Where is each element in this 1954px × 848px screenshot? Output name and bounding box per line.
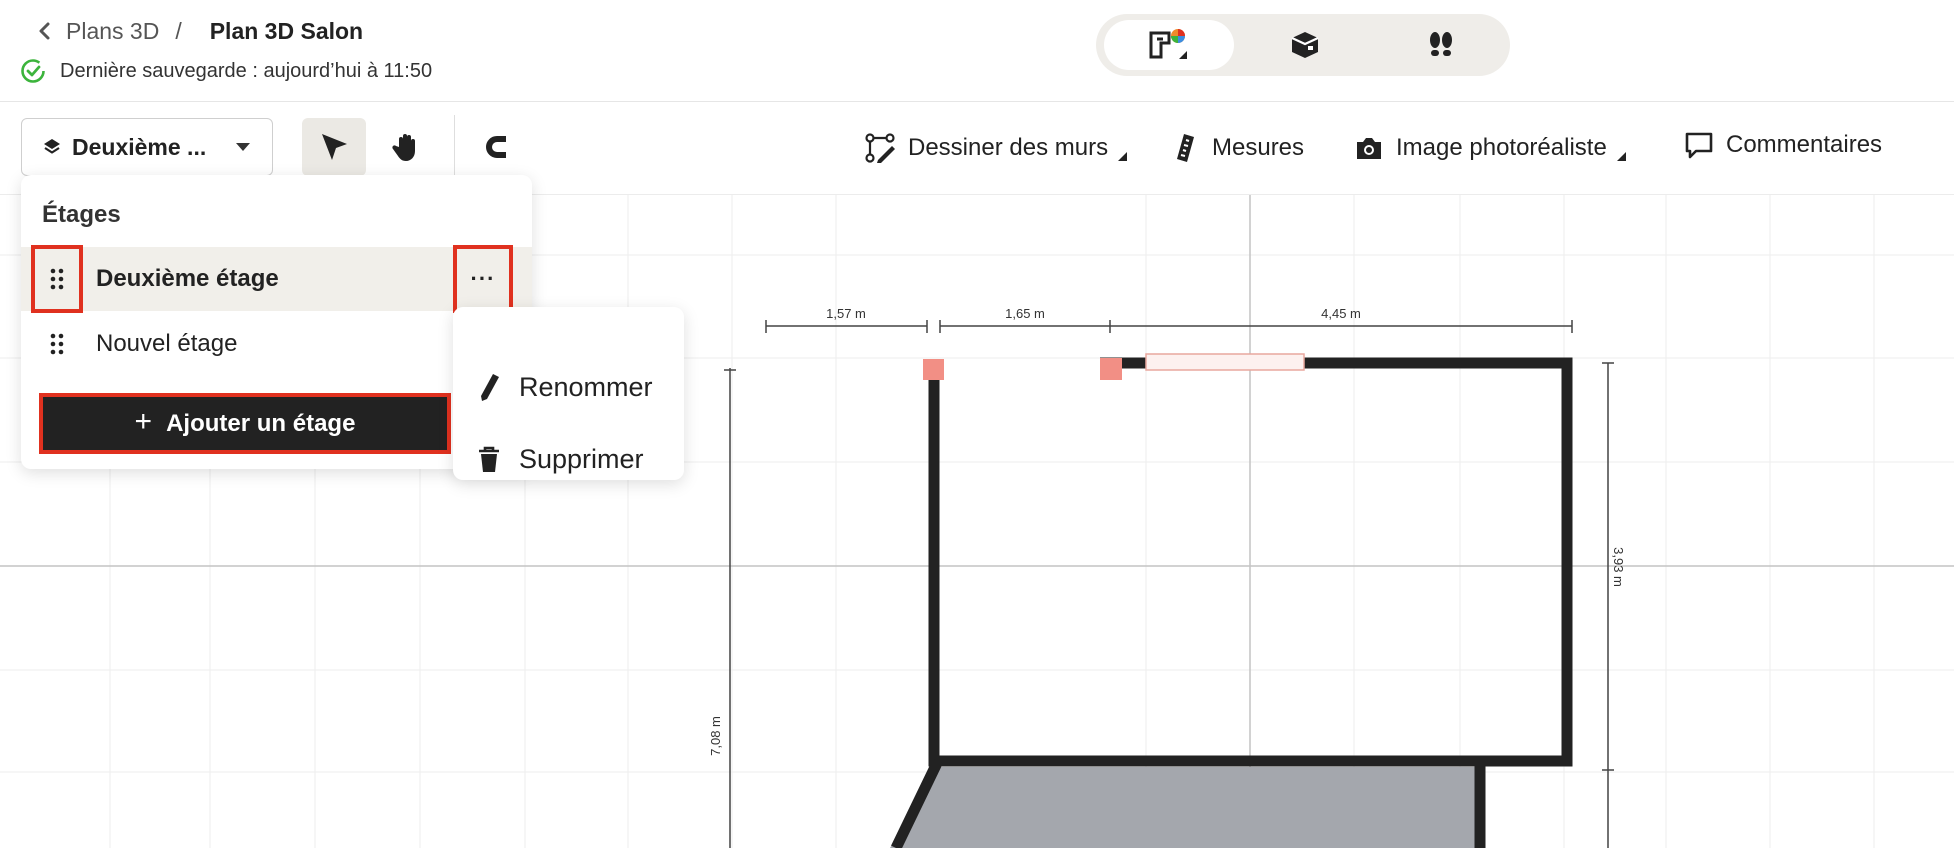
- dimension-label: 7,08 m: [708, 716, 723, 756]
- delete-label: Supprimer: [519, 443, 644, 474]
- view-3d-button[interactable]: [1240, 20, 1370, 70]
- add-floor-button-inner: + Ajouter un étage: [43, 397, 447, 450]
- comments-button[interactable]: Commentaires: [1684, 125, 1882, 165]
- corner-marker[interactable]: [1100, 358, 1122, 380]
- floor-row[interactable]: Deuxième étage ···: [21, 245, 532, 313]
- delete-menu-item[interactable]: Supprimer: [453, 429, 684, 489]
- drag-handle[interactable]: [32, 312, 82, 376]
- drag-handle[interactable]: [31, 245, 83, 313]
- layers-icon: [44, 139, 60, 154]
- floor-select[interactable]: Deuxième ...: [21, 118, 273, 176]
- breadcrumb-separator: /: [175, 17, 182, 44]
- drag-handle-icon: [50, 333, 64, 355]
- submenu-indicator-icon: [1118, 151, 1128, 161]
- corner-marker[interactable]: [923, 359, 944, 380]
- submenu-indicator-icon: [1616, 151, 1626, 161]
- pan-tool-button[interactable]: [374, 118, 438, 176]
- breadcrumb: Plans 3D / Plan 3D Salon: [38, 16, 363, 46]
- dimension-label: 1,57 m: [826, 306, 866, 321]
- cube-3d-icon: [1291, 32, 1319, 58]
- magnet-icon: [486, 136, 511, 158]
- photo-image-button[interactable]: Image photoréaliste: [1354, 128, 1626, 168]
- editor-root: Plans 3D / Plan 3D Salon Dernière sauveg…: [0, 0, 1954, 848]
- rename-label: Renommer: [519, 371, 653, 402]
- select-tool-button[interactable]: [302, 118, 366, 176]
- plan-title[interactable]: Plan 3D Salon: [210, 18, 363, 45]
- view-walk-button[interactable]: [1376, 20, 1506, 70]
- comment-icon: [1685, 132, 1713, 159]
- floor-more-button[interactable]: ···: [453, 245, 513, 313]
- draw-walls-icon: [865, 133, 895, 163]
- dimension-label: 4,45 m: [1321, 306, 1361, 321]
- save-status-text: Dernière sauvegarde : aujourd’hui à 11:5…: [60, 59, 433, 82]
- measures-button[interactable]: Mesures: [1174, 128, 1304, 168]
- view-2d-button[interactable]: [1104, 20, 1234, 70]
- measures-label: Mesures: [1212, 134, 1305, 161]
- comments-label: Commentaires: [1726, 131, 1883, 158]
- floor-select-label: Deuxième ...: [72, 133, 207, 160]
- pencil-icon: [481, 374, 499, 401]
- view-mode-switch: [1096, 14, 1510, 76]
- rename-menu-item[interactable]: Renommer: [453, 357, 684, 417]
- magnet-button[interactable]: [466, 118, 530, 176]
- pan-hand-icon: [392, 134, 415, 161]
- floorplan-2d-icon: [1149, 29, 1187, 59]
- photo-image-label: Image photoréaliste: [1396, 134, 1607, 161]
- select-arrow-icon: [322, 134, 347, 160]
- save-status: Dernière sauvegarde : aujourd’hui à 11:5…: [20, 58, 432, 84]
- floors-panel-title: Étages: [42, 201, 121, 228]
- back-chevron-icon[interactable]: [38, 21, 52, 41]
- dimension-label: 1,65 m: [1005, 306, 1045, 321]
- draw-walls-button[interactable]: Dessiner des murs: [864, 128, 1128, 168]
- toolbar-divider: [454, 115, 455, 181]
- draw-walls-label: Dessiner des murs: [908, 134, 1109, 161]
- breadcrumb-parent-link[interactable]: Plans 3D: [66, 18, 159, 45]
- check-circle-icon: [21, 59, 45, 83]
- wall-opening[interactable]: [1145, 353, 1305, 371]
- chevron-down-icon: [236, 143, 250, 151]
- trash-icon: [479, 446, 499, 472]
- add-floor-label: Ajouter un étage: [166, 409, 356, 437]
- add-floor-button[interactable]: + Ajouter un étage: [39, 393, 451, 454]
- header: Plans 3D / Plan 3D Salon Dernière sauveg…: [0, 0, 1954, 102]
- floor-name: Deuxième étage: [96, 265, 279, 292]
- dimension-label: 3,93 m: [1611, 547, 1626, 587]
- ruler-icon: [1177, 134, 1194, 162]
- camera-icon: [1357, 138, 1381, 159]
- room-floor[interactable]: [890, 767, 1480, 848]
- floor-context-menu: Renommer Supprimer: [453, 307, 684, 480]
- plus-icon: +: [134, 405, 153, 438]
- drag-handle-icon: [50, 268, 64, 290]
- more-icon: ···: [470, 266, 496, 291]
- footsteps-icon: [1430, 32, 1452, 56]
- floor-name: Nouvel étage: [96, 330, 238, 357]
